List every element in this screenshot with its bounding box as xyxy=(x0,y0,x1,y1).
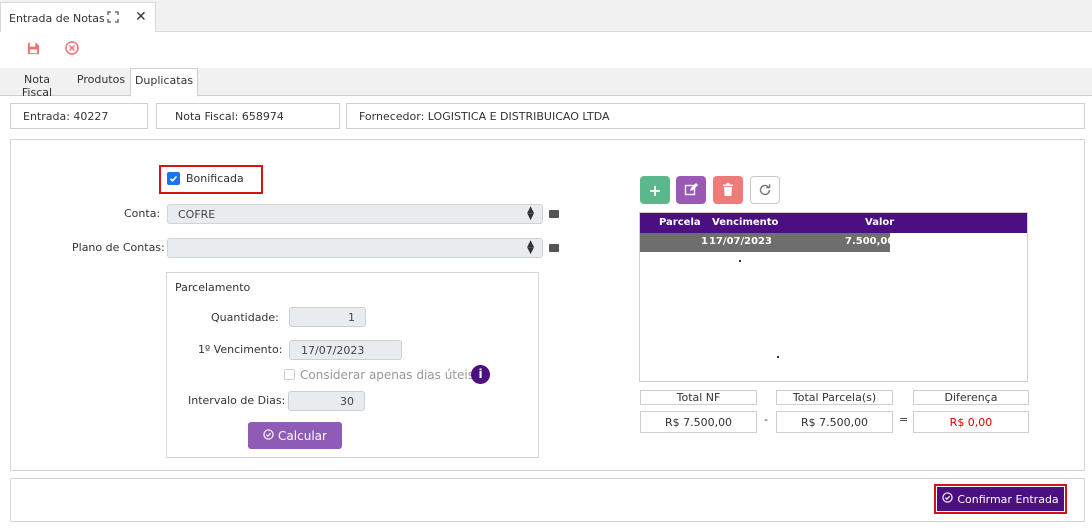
window-tab-title: Entrada de Notas xyxy=(9,12,105,25)
refresh-icon xyxy=(759,184,771,196)
calcular-button[interactable]: Calcular xyxy=(248,422,342,449)
duplicatas-grid: Parcela Vencimento Valor 1 17/07/2023 7.… xyxy=(639,212,1028,382)
bonificada-checkbox[interactable] xyxy=(167,172,180,185)
select-arrows-icon: ▲ ▼ xyxy=(527,205,534,222)
total-parcelas-label: Total Parcela(s) xyxy=(776,390,893,405)
tab-produtos[interactable]: Produtos xyxy=(76,68,126,96)
diferenca-value: R$ 0,00 xyxy=(913,411,1029,433)
artifact-dot xyxy=(777,356,779,358)
quantidade-label: Quantidade: xyxy=(211,311,279,324)
row-vencimento: 17/07/2023 xyxy=(709,236,772,247)
entrada-info: Entrada: 40227 xyxy=(10,103,148,129)
total-nf-label: Total NF xyxy=(640,390,757,405)
conta-select[interactable]: COFRE ▲ ▼ xyxy=(167,204,543,224)
grid-header-valor: Valor xyxy=(865,217,895,228)
quantidade-input[interactable]: 1 xyxy=(289,307,366,327)
vencimento-input[interactable]: 17/07/2023 xyxy=(289,340,402,360)
grid-header-vencimento: Vencimento xyxy=(712,217,779,228)
nota-fiscal-info: Nota Fiscal: 658974 xyxy=(156,103,340,129)
total-parcelas-value: R$ 7.500,00 xyxy=(776,411,893,433)
artifact-dot xyxy=(739,260,741,262)
conta-label: Conta: xyxy=(124,207,161,220)
delete-button[interactable] xyxy=(713,176,743,204)
table-row[interactable]: 1 17/07/2023 7.500,00 xyxy=(640,233,894,252)
calculator-icon[interactable] xyxy=(549,210,559,218)
plano-de-contas-select[interactable]: ▲ ▼ xyxy=(167,238,543,258)
total-nf-value: R$ 7.500,00 xyxy=(640,411,757,433)
confirmar-entrada-button[interactable]: Confirmar Entrada xyxy=(937,487,1064,511)
info-icon[interactable]: i xyxy=(471,365,490,384)
row-parcela: 1 xyxy=(701,236,708,247)
close-icon[interactable]: ✕ xyxy=(135,9,147,25)
edit-icon xyxy=(684,183,698,196)
dias-uteis-label: Considerar apenas dias úteis xyxy=(300,368,474,382)
intervalo-label: Intervalo de Dias: xyxy=(188,394,286,407)
check-circle-icon xyxy=(942,492,954,506)
confirmar-entrada-label: Confirmar Entrada xyxy=(957,492,1059,506)
window-tab-entrada-de-notas[interactable]: Entrada de Notas ✕ xyxy=(0,2,156,32)
diferenca-label: Diferença xyxy=(913,390,1029,405)
select-arrows-icon: ▲ ▼ xyxy=(527,239,534,256)
bonificada-label: Bonificada xyxy=(186,172,244,185)
maximize-icon[interactable] xyxy=(107,11,119,26)
vencimento-label: 1º Vencimento: xyxy=(198,343,283,356)
add-button[interactable]: + xyxy=(640,176,670,204)
footer-panel xyxy=(10,478,1085,522)
conta-value: COFRE xyxy=(178,208,216,221)
intervalo-input[interactable]: 30 xyxy=(288,391,365,411)
subtabs-bar: Nota Fiscal Produtos Duplicatas xyxy=(0,68,1092,99)
minus-sign: - xyxy=(764,413,768,426)
check-circle-icon xyxy=(263,428,274,443)
cancel-icon[interactable] xyxy=(64,40,80,56)
edit-button[interactable] xyxy=(676,176,706,204)
calculator-icon[interactable] xyxy=(549,244,559,252)
calcular-label: Calcular xyxy=(278,428,327,443)
tab-duplicatas[interactable]: Duplicatas xyxy=(130,68,198,97)
plus-icon: + xyxy=(648,180,662,200)
plano-de-contas-label: Plano de Contas: xyxy=(72,241,165,254)
row-valor: 7.500,00 xyxy=(845,236,895,247)
tab-nota-fiscal[interactable]: Nota Fiscal xyxy=(8,68,66,99)
parcelamento-title: Parcelamento xyxy=(175,281,251,294)
grid-header-parcela: Parcela xyxy=(659,217,701,228)
fornecedor-info: Fornecedor: LOGISTICA E DISTRIBUICAO LTD… xyxy=(346,103,1085,129)
trash-icon xyxy=(723,183,733,196)
grid-header: Parcela Vencimento Valor xyxy=(640,213,1027,233)
window-tabstrip: Entrada de Notas ✕ xyxy=(0,0,1092,32)
dias-uteis-checkbox[interactable] xyxy=(284,369,295,380)
save-icon[interactable] xyxy=(25,40,41,56)
refresh-button[interactable] xyxy=(750,176,780,204)
equals-sign: = xyxy=(899,413,909,426)
